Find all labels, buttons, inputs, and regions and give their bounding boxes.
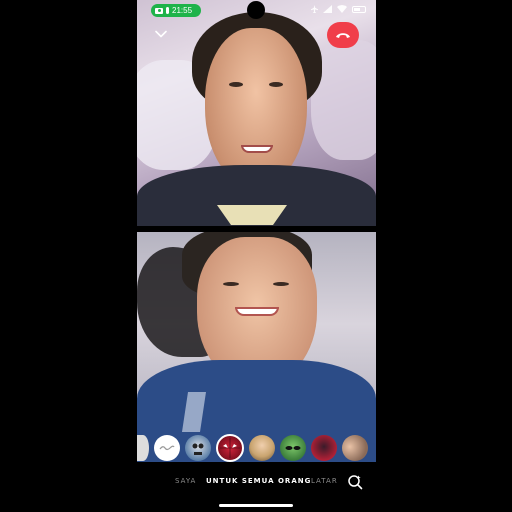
alien-effect[interactable]	[280, 435, 306, 461]
blonde-avatar-effect[interactable]	[249, 435, 275, 461]
home-indicator[interactable]	[219, 504, 293, 507]
effects-carousel[interactable]	[137, 432, 376, 464]
spider-mask-icon	[220, 438, 240, 458]
squiggle-icon	[159, 445, 175, 451]
no-effect-squiggle[interactable]	[154, 435, 180, 461]
spider-mask-effect[interactable]	[216, 434, 244, 462]
clock-time: 21:55	[172, 6, 193, 15]
tab-untuk-semua-orang[interactable]: UNTUK SEMUA ORANG	[206, 477, 311, 485]
tab-latar[interactable]: LATAR	[311, 477, 338, 485]
skull-mask-effect[interactable]	[185, 435, 211, 461]
self-eye	[223, 282, 239, 286]
self-mouth	[235, 307, 279, 316]
effect-mode-tabs: SAYA UNTUK SEMUA ORANG LATAR	[137, 474, 376, 490]
red-mask-effect[interactable]	[311, 435, 337, 461]
wifi-icon	[337, 5, 347, 13]
avatar-eye	[269, 82, 283, 87]
video-camera-icon	[155, 7, 163, 14]
partial-face-effect[interactable]	[342, 435, 368, 461]
alien-icon	[285, 446, 301, 450]
status-icons	[311, 5, 366, 13]
video-call-screen: 21:55 SAYA UNTUK SEMUA ORANG LATAR	[137, 0, 376, 512]
avatar-mouth	[241, 145, 273, 153]
front-camera-cutout	[247, 1, 265, 19]
tab-saya[interactable]: SAYA	[175, 477, 196, 485]
active-call-pill[interactable]: 21:55	[151, 4, 201, 17]
status-bar: 21:55	[137, 0, 376, 22]
skull-icon	[192, 443, 204, 455]
self-eye	[273, 282, 289, 286]
self-view-video[interactable]	[137, 232, 376, 462]
end-call-button[interactable]	[327, 22, 359, 48]
signal-icon	[323, 5, 332, 13]
search-effects-icon[interactable]	[347, 474, 363, 490]
battery-icon	[352, 5, 366, 13]
avatar-face	[205, 28, 307, 188]
airplane-mode-icon	[311, 5, 318, 13]
cut-off-effect[interactable]	[137, 435, 149, 461]
avatar-eye	[229, 82, 243, 87]
chevron-down-icon[interactable]	[155, 28, 167, 40]
phone-hangup-icon	[336, 33, 350, 38]
microphone-icon	[166, 7, 169, 14]
